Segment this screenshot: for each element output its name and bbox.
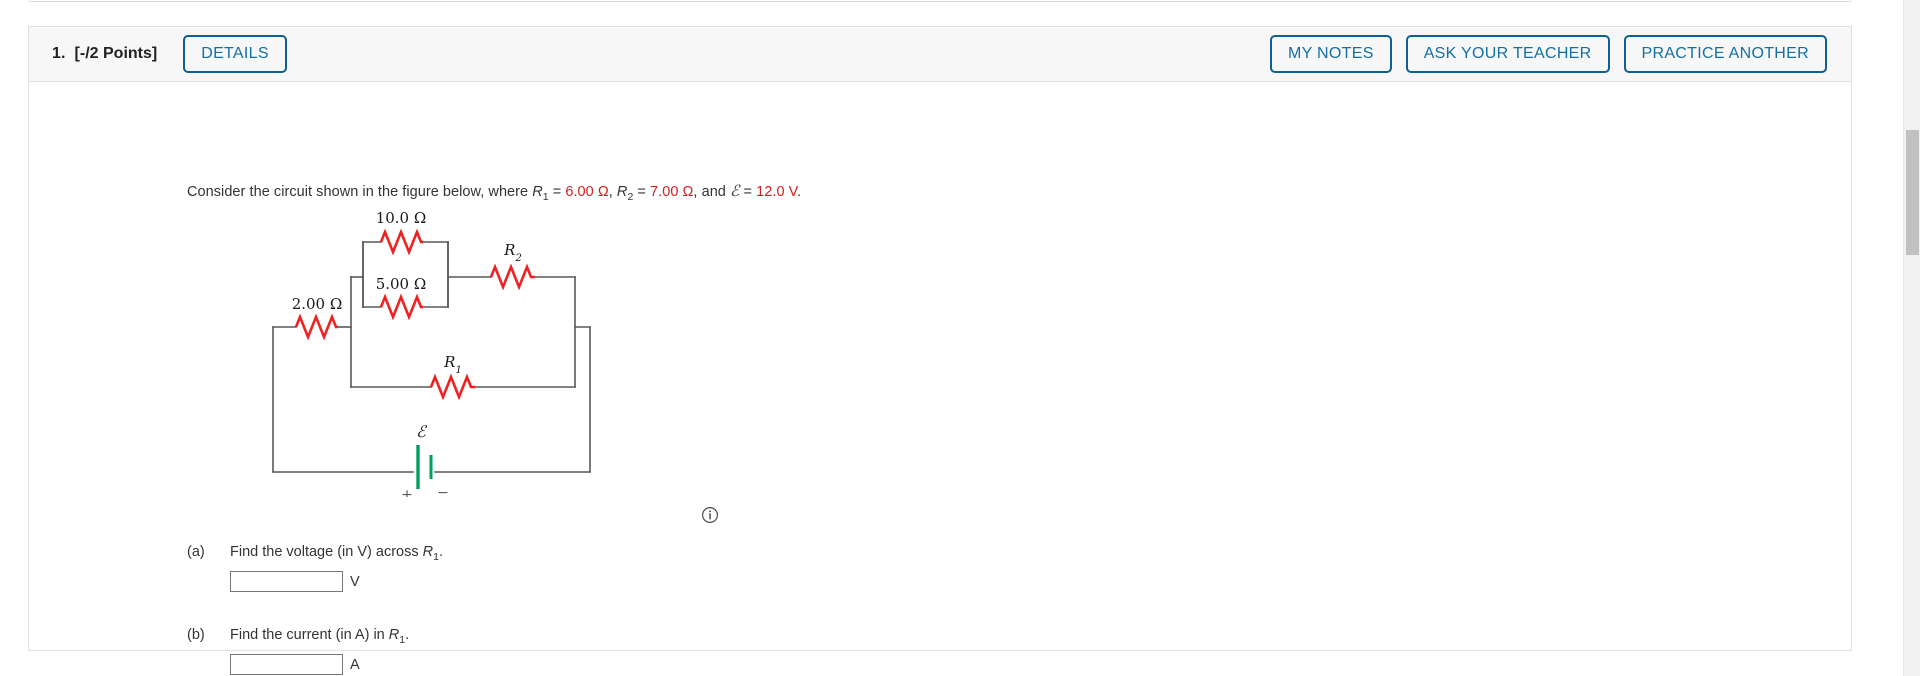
- r2-value: 7.00 Ω: [650, 184, 694, 200]
- resistor-r1-icon: [429, 373, 475, 401]
- resistor-5ohm-icon: [379, 293, 423, 321]
- equals-3: =: [739, 184, 757, 200]
- part-b-end: .: [405, 627, 410, 643]
- circuit-figure: 10.0 Ω 5.00 Ω 2.00 Ω R2 R1 ℰ + −: [263, 207, 603, 497]
- label-plus-terminal: +: [401, 487, 413, 497]
- part-b-unit: A: [350, 656, 360, 673]
- part-b-answer-row: A: [230, 654, 360, 675]
- part-a-lead: Find the voltage (in V) across: [230, 544, 423, 560]
- equals-1: =: [548, 184, 566, 200]
- problem-statement: Consider the circuit shown in the figure…: [187, 182, 801, 203]
- equals-2: =: [633, 184, 651, 200]
- label-5ohm: 5.00 Ω: [376, 275, 427, 293]
- label-minus-terminal: −: [437, 485, 449, 497]
- scrollbar-thumb[interactable]: [1906, 130, 1919, 255]
- part-a-unit: V: [350, 573, 360, 590]
- previous-question-panel-sliver: [28, 0, 1852, 2]
- info-icon-svg: [701, 506, 719, 524]
- vertical-scrollbar[interactable]: [1903, 0, 1920, 676]
- prompt-lead: Consider the circuit shown in the figure…: [187, 184, 533, 200]
- part-b-var: R: [388, 627, 400, 643]
- ask-your-teacher-button[interactable]: ASK YOUR TEACHER: [1405, 35, 1610, 73]
- practice-another-button[interactable]: PRACTICE ANOTHER: [1623, 35, 1827, 73]
- part-b-lead: Find the current (in A) in: [230, 627, 389, 643]
- page-root: 1. [-/2 Points] DETAILS MY NOTES ASK YOU…: [0, 0, 1920, 676]
- separator-1: ,: [608, 184, 617, 200]
- separator-2: , and: [693, 184, 731, 200]
- part-a-question: Find the voltage (in V) across R1.: [230, 544, 443, 563]
- question-number: 1.: [52, 45, 66, 62]
- part-a-answer-input[interactable]: [230, 571, 343, 592]
- label-r2: R2: [503, 241, 522, 264]
- part-a-label: (a): [187, 544, 205, 560]
- battery-symbol: [416, 445, 433, 489]
- part-a-answer-row: V: [230, 571, 360, 592]
- part-a-end: .: [438, 544, 443, 560]
- figure-labels: 10.0 Ω 5.00 Ω 2.00 Ω R2 R1 ℰ + −: [292, 209, 522, 497]
- prompt-period: .: [797, 184, 802, 200]
- details-button[interactable]: DETAILS: [183, 35, 287, 73]
- part-b-label: (b): [187, 627, 205, 643]
- emf-value: 12.0 V: [756, 184, 798, 200]
- question-body: Consider the circuit shown in the figure…: [28, 81, 1852, 675]
- circuit-wires: [272, 241, 591, 473]
- question-header: 1. [-/2 Points] DETAILS MY NOTES ASK YOU…: [28, 26, 1852, 81]
- resistor-r2-icon: [489, 263, 535, 291]
- label-emf: ℰ: [416, 422, 428, 441]
- r1-symbol: R: [532, 184, 543, 200]
- resistor-2ohm-icon: [294, 313, 338, 341]
- my-notes-button[interactable]: MY NOTES: [1270, 35, 1392, 73]
- label-2ohm: 2.00 Ω: [292, 295, 343, 313]
- info-icon[interactable]: [701, 506, 719, 524]
- circuit-diagram-svg: 10.0 Ω 5.00 Ω 2.00 Ω R2 R1 ℰ + −: [272, 209, 591, 497]
- label-10ohm: 10.0 Ω: [376, 209, 427, 227]
- question-points: [-/2 Points]: [74, 45, 158, 62]
- label-r1: R1: [443, 353, 462, 376]
- part-b-answer-input[interactable]: [230, 654, 343, 675]
- resistor-symbols: [294, 228, 535, 401]
- r2-symbol: R: [616, 184, 628, 200]
- resistor-10ohm-icon: [379, 228, 423, 256]
- r1-value: 6.00 Ω: [565, 184, 609, 200]
- part-a-var: R: [422, 544, 434, 560]
- part-b-question: Find the current (in A) in R1.: [230, 627, 409, 646]
- header-actions: MY NOTES ASK YOUR TEACHER PRACTICE ANOTH…: [1270, 35, 1827, 73]
